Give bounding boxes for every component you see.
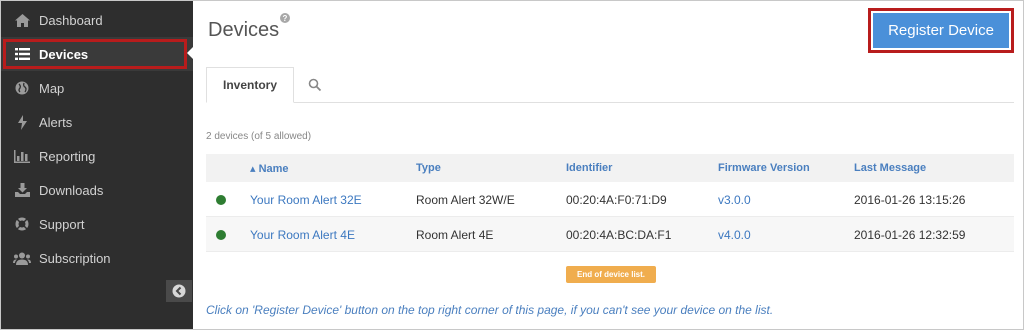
table-row[interactable]: Your Room Alert 32E Room Alert 32W/E 00:… <box>206 182 1014 217</box>
sidebar-item-support[interactable]: Support <box>1 207 193 241</box>
devices-table: ▴ Name Type Identifier Firmware Version … <box>206 154 1014 252</box>
sidebar-item-subscription[interactable]: Subscription <box>1 241 193 275</box>
device-identifier: 00:20:4A:BC:DA:F1 <box>566 228 672 242</box>
sidebar-item-label: Devices <box>39 46 89 62</box>
download-icon <box>13 181 31 199</box>
footer-hint: Click on 'Register Device' button on the… <box>206 303 774 317</box>
column-header-firmware[interactable]: Firmware Version <box>718 162 810 174</box>
bar-chart-icon <box>13 147 31 165</box>
sidebar-item-alerts[interactable]: Alerts <box>1 105 193 139</box>
globe-icon <box>13 79 31 97</box>
sidebar-item-reporting[interactable]: Reporting <box>1 139 193 173</box>
sidebar-item-dashboard[interactable]: Dashboard <box>1 3 193 37</box>
search-icon[interactable] <box>308 78 322 92</box>
main-content: Devices ? Register Device Inventory 2 de… <box>194 1 1023 329</box>
device-count: 2 devices (of 5 allowed) <box>206 131 312 142</box>
table-row[interactable]: Your Room Alert 4E Room Alert 4E 00:20:4… <box>206 217 1014 252</box>
column-header-last-message[interactable]: Last Message <box>854 162 926 174</box>
sidebar-item-devices[interactable]: Devices <box>1 37 193 71</box>
sidebar-item-map[interactable]: Map <box>1 71 193 105</box>
status-online-icon <box>216 195 226 205</box>
last-message: 2016-01-26 13:15:26 <box>854 193 966 207</box>
tab-inventory[interactable]: Inventory <box>206 67 294 103</box>
tabs-divider <box>206 102 1014 103</box>
life-ring-icon <box>13 215 31 233</box>
device-identifier: 00:20:4A:F0:71:D9 <box>566 193 667 207</box>
sidebar-item-label: Reporting <box>39 148 96 164</box>
sidebar-item-label: Subscription <box>39 250 111 266</box>
home-icon <box>13 11 31 29</box>
device-name-link[interactable]: Your Room Alert 32E <box>250 193 362 207</box>
sidebar: Dashboard Devices Map Alerts Reporting D… <box>1 1 193 329</box>
column-header-type[interactable]: Type <box>416 162 441 174</box>
register-device-button[interactable]: Register Device <box>873 13 1009 48</box>
help-icon[interactable]: ? <box>280 13 290 23</box>
arrow-left-circle-icon <box>172 284 186 298</box>
status-online-icon <box>216 230 226 240</box>
device-type: Room Alert 32W/E <box>416 193 515 207</box>
sidebar-item-label: Support <box>39 216 85 232</box>
column-header-identifier[interactable]: Identifier <box>566 162 612 174</box>
table-header: ▴ Name Type Identifier Firmware Version … <box>206 154 1014 182</box>
device-type: Room Alert 4E <box>416 228 494 242</box>
device-name-link[interactable]: Your Room Alert 4E <box>250 228 355 242</box>
list-icon <box>13 45 31 63</box>
bolt-icon <box>13 113 31 131</box>
end-of-list-badge: End of device list. <box>566 266 656 283</box>
users-icon <box>13 249 31 267</box>
active-item-caret <box>187 47 193 59</box>
sidebar-collapse-button[interactable] <box>166 280 192 302</box>
sidebar-item-label: Map <box>39 80 65 96</box>
page-title: Devices <box>208 19 280 41</box>
sidebar-item-downloads[interactable]: Downloads <box>1 173 193 207</box>
sidebar-item-label: Alerts <box>39 114 73 130</box>
firmware-link[interactable]: v4.0.0 <box>718 228 751 242</box>
firmware-link[interactable]: v3.0.0 <box>718 193 751 207</box>
last-message: 2016-01-26 12:32:59 <box>854 228 966 242</box>
sidebar-item-label: Dashboard <box>39 12 103 28</box>
column-header-name[interactable]: ▴ Name <box>250 162 289 175</box>
sidebar-item-label: Downloads <box>39 182 104 198</box>
